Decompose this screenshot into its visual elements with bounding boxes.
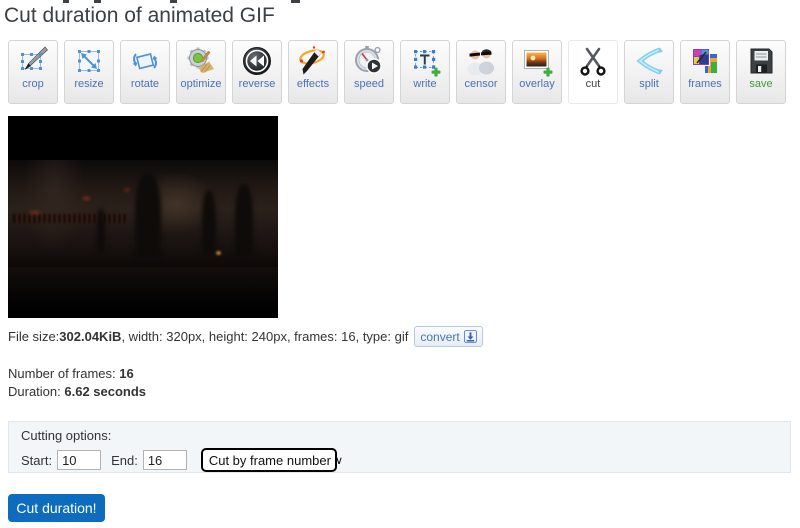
- toolbar-button-save[interactable]: save: [736, 40, 786, 104]
- toolbar-label: rotate: [131, 78, 159, 90]
- toolbar-label: censor: [464, 78, 497, 90]
- crop-icon: [17, 45, 49, 77]
- split-icon: [633, 45, 665, 77]
- toolbar-label: speed: [354, 78, 384, 90]
- cut-duration-button[interactable]: Cut duration!: [8, 494, 105, 522]
- save-icon: [745, 45, 777, 77]
- end-label: End:: [111, 453, 138, 468]
- toolbar-button-censor[interactable]: censor: [456, 40, 506, 104]
- toolbar-label: write: [413, 78, 436, 90]
- rotate-icon: [129, 45, 161, 77]
- toolbar-label: resize: [74, 78, 103, 90]
- toolbar-label: optimize: [181, 78, 222, 90]
- start-input[interactable]: [57, 450, 101, 470]
- file-info-rest: , width: 320px, height: 240px, frames: 1…: [121, 329, 408, 344]
- clipped-text-artifact: [170, 0, 177, 3]
- resize-icon: [73, 45, 105, 77]
- duration-line: Duration: 6.62 seconds: [8, 384, 146, 399]
- clipped-text-artifact: [291, 0, 300, 3]
- toolbar-label: effects: [297, 78, 329, 90]
- gif-frame-scene: [8, 160, 278, 267]
- toolbar-button-speed[interactable]: speed: [344, 40, 394, 104]
- download-icon: [464, 330, 477, 343]
- end-input[interactable]: [143, 450, 187, 470]
- overlay-icon: [521, 45, 553, 77]
- clipped-text-artifact: [94, 0, 101, 3]
- page-title: Cut duration of animated GIF: [4, 4, 275, 28]
- toolbar-button-resize[interactable]: resize: [64, 40, 114, 104]
- start-label: Start:: [21, 453, 52, 468]
- cut-mode-value: Cut by frame number: [209, 453, 331, 468]
- cut-icon: [577, 45, 609, 77]
- toolbar-label: crop: [22, 78, 43, 90]
- toolbar-button-rotate[interactable]: rotate: [120, 40, 170, 104]
- cutting-options-panel: Cutting options: Start: End: Cut by fram…: [8, 421, 791, 473]
- censor-icon: [465, 45, 497, 77]
- page: Cut duration of animated GIF crop: [0, 0, 800, 528]
- chevron-down-icon: ∨: [335, 454, 343, 467]
- toolbar-button-optimize[interactable]: optimize: [176, 40, 226, 104]
- toolbar-button-frames[interactable]: frames: [680, 40, 730, 104]
- toolbar-button-reverse[interactable]: reverse: [232, 40, 282, 104]
- toolbar-label: overlay: [519, 78, 554, 90]
- optimize-icon: [185, 45, 217, 77]
- ember-glow: [216, 251, 221, 255]
- cutting-options-heading: Cutting options:: [21, 428, 111, 443]
- frames-icon: [689, 45, 721, 77]
- effects-icon: [297, 45, 329, 77]
- convert-label: convert: [420, 330, 459, 344]
- toolbar-label: frames: [688, 78, 722, 90]
- toolbar-button-write[interactable]: write: [400, 40, 450, 104]
- toolbar-button-split[interactable]: split: [624, 40, 674, 104]
- toolbar-label: cut: [586, 78, 601, 90]
- file-size-value: 302.04KiB: [59, 329, 121, 344]
- frames-count-line: Number of frames: 16: [8, 366, 134, 381]
- frames-count-value: 16: [119, 366, 133, 381]
- cutting-options-row: Start: End: Cut by frame number ∨: [21, 448, 337, 472]
- convert-button[interactable]: convert: [414, 326, 482, 347]
- toolbar-label: reverse: [239, 78, 276, 90]
- toolbar: crop resize: [8, 40, 786, 104]
- clipped-text-artifact: [63, 0, 69, 3]
- letterbox-bottom: [8, 267, 278, 318]
- frames-count-label: Number of frames:: [8, 366, 119, 381]
- speed-icon: [353, 45, 385, 77]
- figure-silhouette: [202, 190, 216, 254]
- write-icon: [409, 45, 441, 77]
- battle-crowd: [13, 214, 126, 223]
- toolbar-button-effects[interactable]: effects: [288, 40, 338, 104]
- figure-silhouette: [235, 184, 253, 258]
- file-size-label: File size:: [8, 329, 59, 344]
- toolbar-label: save: [749, 78, 772, 90]
- toolbar-button-overlay[interactable]: overlay: [512, 40, 562, 104]
- toolbar-button-crop[interactable]: crop: [8, 40, 58, 104]
- duration-value: 6.62 seconds: [64, 384, 146, 399]
- gif-preview: [8, 116, 278, 318]
- figure-silhouette: [135, 173, 161, 259]
- reverse-icon: [241, 45, 273, 77]
- toolbar-button-cut[interactable]: cut: [568, 40, 618, 104]
- cut-mode-select[interactable]: Cut by frame number ∨: [201, 448, 337, 472]
- duration-label: Duration:: [8, 384, 64, 399]
- figure-silhouette: [97, 208, 105, 252]
- file-info-line: File size: 302.04KiB, width: 320px, heig…: [8, 326, 483, 347]
- toolbar-label: split: [639, 78, 659, 90]
